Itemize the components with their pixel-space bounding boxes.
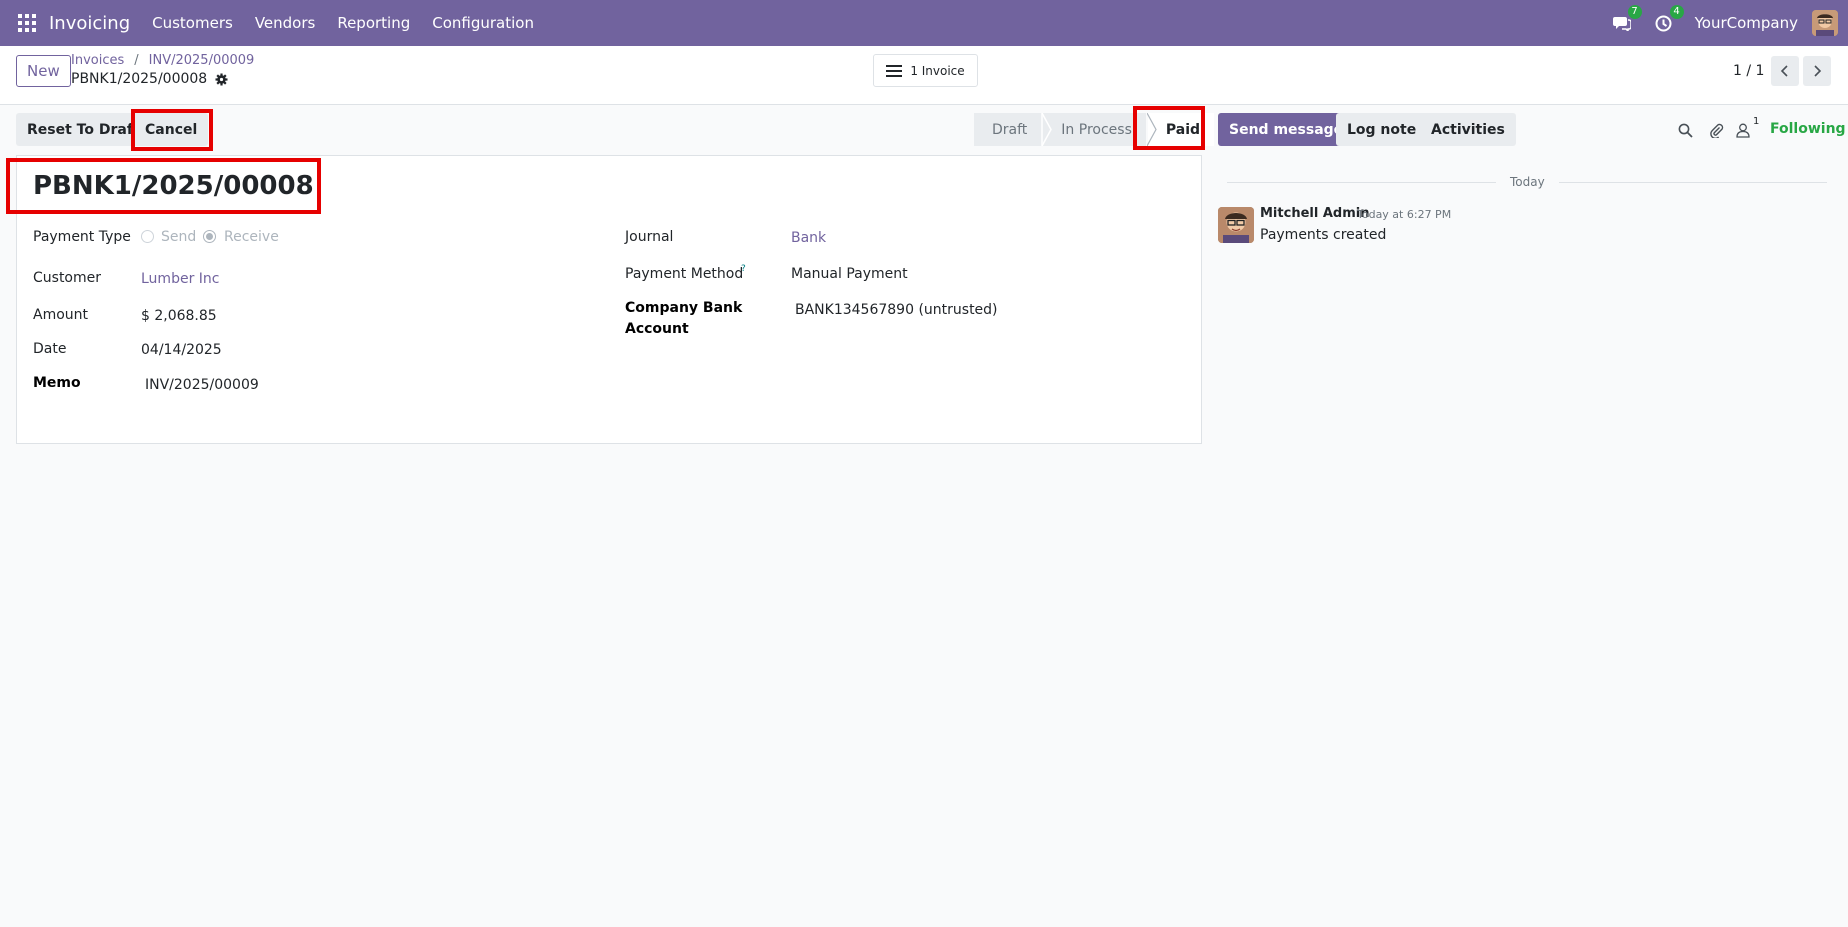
user-avatar[interactable]: [1812, 10, 1838, 36]
apps-menu-icon[interactable]: [18, 14, 36, 32]
invoice-smart-button[interactable]: 1 Invoice: [873, 54, 978, 87]
date-label: Date: [33, 341, 67, 357]
memo-field[interactable]: INV/2025/00009: [145, 377, 259, 393]
chevron-right-icon: [1814, 65, 1822, 77]
following-button[interactable]: Following: [1770, 121, 1846, 137]
status-paid-label: Paid: [1165, 121, 1201, 138]
messages-icon[interactable]: 7: [1611, 5, 1642, 34]
payment-method-label: Payment Method: [625, 266, 744, 282]
messages-badge: 7: [1627, 5, 1642, 19]
paperclip-icon[interactable]: [1706, 120, 1726, 140]
status-in-process[interactable]: In Process: [1042, 113, 1146, 146]
chevron-left-icon: [1780, 65, 1788, 77]
activities-badge: 4: [1669, 5, 1684, 19]
memo-label: Memo: [33, 375, 81, 391]
company-bank-account-label-line1: Company Bank: [625, 300, 743, 316]
app-name[interactable]: Invoicing: [49, 13, 130, 34]
log-note-button[interactable]: Log note: [1336, 113, 1428, 146]
customer-link[interactable]: Lumber Inc: [141, 271, 219, 287]
search-icon[interactable]: [1675, 120, 1695, 140]
cancel-button[interactable]: Cancel: [134, 113, 209, 146]
amount-value: $ 2,068.85: [141, 308, 217, 324]
journal-label: Journal: [625, 229, 674, 245]
company-switcher[interactable]: YourCompany: [1695, 14, 1798, 32]
list-icon: [886, 64, 903, 77]
customer-label: Customer: [33, 270, 102, 286]
pager-previous-button[interactable]: [1771, 56, 1799, 86]
payment-method-value: Manual Payment: [791, 266, 908, 282]
date-value: 04/14/2025: [141, 342, 222, 358]
status-in-process-label: In Process: [1061, 121, 1132, 138]
amount-label: Amount: [33, 307, 89, 323]
followers-user-icon[interactable]: [1733, 120, 1753, 140]
navbar-systray: 7 4 YourCompany: [1611, 5, 1848, 36]
status-draft-label: Draft: [992, 121, 1028, 138]
message-author-avatar[interactable]: [1218, 207, 1254, 243]
menu-configuration[interactable]: Configuration: [432, 14, 534, 32]
breadcrumb: Invoices / INV/2025/00009: [71, 53, 254, 68]
followers-count: 1: [1753, 116, 1760, 127]
pager-next-button[interactable]: [1803, 56, 1831, 86]
pager-value[interactable]: 1 / 1: [1733, 63, 1764, 79]
date-separator-label: Today: [1496, 175, 1559, 189]
payment-title: PBNK1/2025/00008: [33, 171, 314, 201]
payment-type-receive-radio: [203, 230, 216, 243]
new-button[interactable]: New: [16, 55, 71, 87]
message-time: Today at 6:27 PM: [1357, 208, 1452, 221]
company-bank-account-label-line2: Account: [625, 321, 689, 337]
status-bar: Draft In Process Paid: [974, 113, 1215, 146]
record-name: PBNK1/2025/00008: [71, 71, 208, 87]
payment-type-send-label: Send: [161, 229, 197, 245]
payment-type-label: Payment Type: [33, 229, 131, 245]
payment-type-send-radio: [141, 230, 154, 243]
message-author[interactable]: Mitchell Admin: [1260, 206, 1369, 221]
menu-customers[interactable]: Customers: [152, 14, 233, 32]
control-panel: New Invoices / INV/2025/00009 PBNK1/2025…: [0, 46, 1848, 105]
gear-icon[interactable]: [215, 73, 228, 86]
payment-method-help-icon[interactable]: ?: [741, 264, 746, 274]
message-body: Payments created: [1260, 227, 1387, 243]
reset-to-draft-button[interactable]: Reset To Draft: [16, 113, 151, 146]
company-bank-account-field[interactable]: BANK134567890 (untrusted): [795, 302, 998, 318]
breadcrumb-separator: /: [134, 53, 139, 68]
smart-button-label: 1 Invoice: [910, 63, 965, 78]
menu-reporting[interactable]: Reporting: [337, 14, 410, 32]
menu-vendors[interactable]: Vendors: [255, 14, 316, 32]
activities-clock-icon[interactable]: 4: [1653, 5, 1684, 34]
breadcrumb-invoices[interactable]: Invoices: [71, 53, 124, 68]
top-navbar: Invoicing Customers Vendors Reporting Co…: [0, 0, 1848, 46]
current-record-title: PBNK1/2025/00008: [71, 71, 228, 87]
status-paid[interactable]: Paid: [1146, 113, 1215, 146]
breadcrumb-invoice-record[interactable]: INV/2025/00009: [149, 53, 255, 68]
status-draft[interactable]: Draft: [974, 113, 1042, 146]
journal-link[interactable]: Bank: [791, 230, 826, 246]
activities-button[interactable]: Activities: [1420, 113, 1516, 146]
send-message-button[interactable]: Send message: [1218, 113, 1355, 146]
payment-type-receive-label: Receive: [224, 229, 279, 245]
